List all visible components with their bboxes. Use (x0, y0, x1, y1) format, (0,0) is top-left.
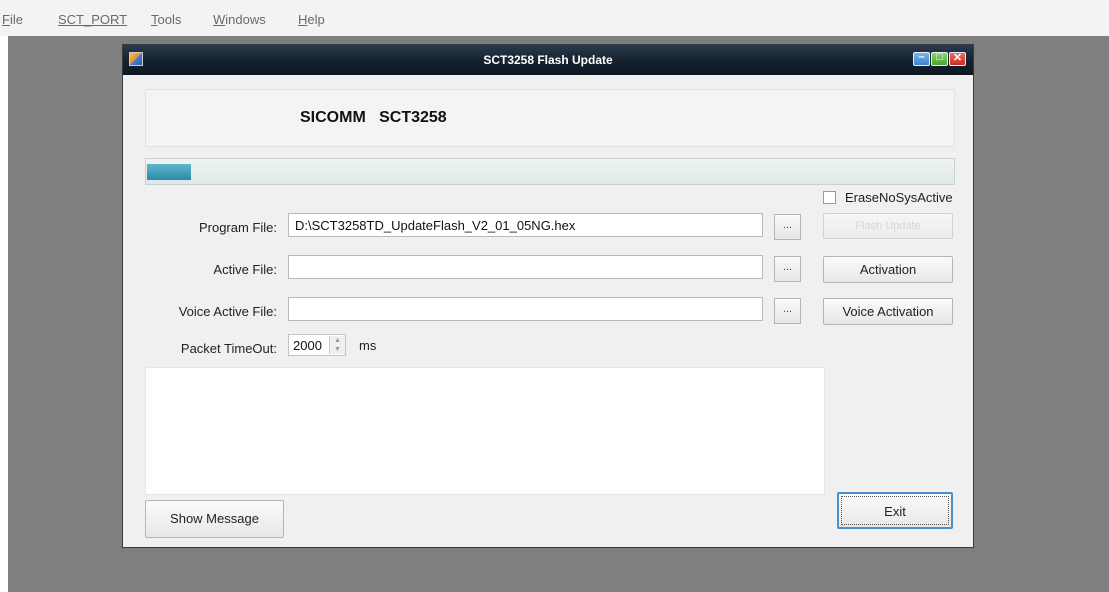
header-panel: SICOMM SCT3258 (145, 89, 955, 147)
program-file-label: Program File: (198, 220, 277, 235)
menu-help[interactable]: Help (298, 12, 325, 27)
packet-timeout-spinner[interactable]: 2000 ▲ ▼ (288, 334, 346, 356)
title-bar[interactable]: SCT3258 Flash Update – □ ✕ (123, 45, 973, 75)
menu-bar: File SCT_PORT Tools Windows Help (0, 0, 1109, 36)
progress-bar (145, 158, 955, 185)
minimize-icon: – (918, 51, 925, 63)
maximize-button[interactable]: □ (931, 51, 948, 66)
activation-button[interactable]: Activation (823, 256, 953, 283)
window-title: SCT3258 Flash Update (483, 53, 613, 67)
active-file-label: Active File: (213, 262, 277, 277)
voice-active-file-label: Voice Active File: (178, 304, 277, 319)
minimize-button[interactable]: – (913, 51, 930, 66)
menu-sct-port-label: SCT_PORT (58, 12, 128, 27)
flash-update-button[interactable]: Flash Update (823, 213, 953, 239)
menu-tools-label: ools (157, 12, 182, 27)
flash-update-dialog: SCT3258 Flash Update – □ ✕ SICOMM SCT325… (122, 44, 974, 548)
exit-button[interactable]: Exit (837, 492, 953, 529)
show-message-button[interactable]: Show Message (145, 500, 284, 538)
menu-sct-port[interactable]: SCT_PORT (58, 12, 127, 27)
voice-activation-button[interactable]: Voice Activation (823, 298, 953, 325)
menu-file-label: ile (9, 12, 23, 27)
menu-tools[interactable]: Tools (151, 12, 181, 27)
spin-up-icon[interactable]: ▲ (330, 336, 345, 345)
menu-windows-mnemonic: W (213, 12, 226, 27)
maximize-icon: □ (936, 51, 943, 63)
program-file-field[interactable]: D:\SCT3258TD_UpdateFlash_V2_01_05NG.hex (288, 213, 763, 237)
active-file-browse-button[interactable]: ... (774, 256, 801, 282)
program-file-browse-button[interactable]: ... (774, 214, 801, 240)
voice-active-file-browse-button[interactable]: ... (774, 298, 801, 324)
device-title: SICOMM SCT3258 (300, 109, 447, 126)
menu-file[interactable]: File (2, 12, 23, 27)
menu-help-label: elp (307, 12, 325, 27)
active-file-field[interactable] (288, 255, 763, 279)
packet-timeout-label: Packet TimeOut: (180, 341, 277, 356)
voice-active-file-field[interactable] (288, 297, 763, 321)
spinner-buttons: ▲ ▼ (329, 336, 345, 354)
close-button[interactable]: ✕ (949, 52, 966, 66)
progress-fill (147, 164, 191, 180)
message-log-area[interactable] (145, 367, 825, 495)
menu-file-mnemonic: F (2, 12, 10, 27)
erase-no-sys-active-checkbox[interactable] (823, 191, 836, 204)
packet-timeout-value: 2000 (293, 338, 322, 353)
spin-down-icon[interactable]: ▼ (330, 345, 345, 354)
close-icon: ✕ (952, 52, 963, 64)
menu-windows-label: indows (225, 12, 266, 27)
menu-windows[interactable]: Windows (213, 12, 266, 27)
menu-help-mnemonic: H (298, 12, 308, 27)
erase-no-sys-active-label: EraseNoSysActive (845, 190, 953, 205)
timeout-unit-label: ms (359, 338, 377, 353)
